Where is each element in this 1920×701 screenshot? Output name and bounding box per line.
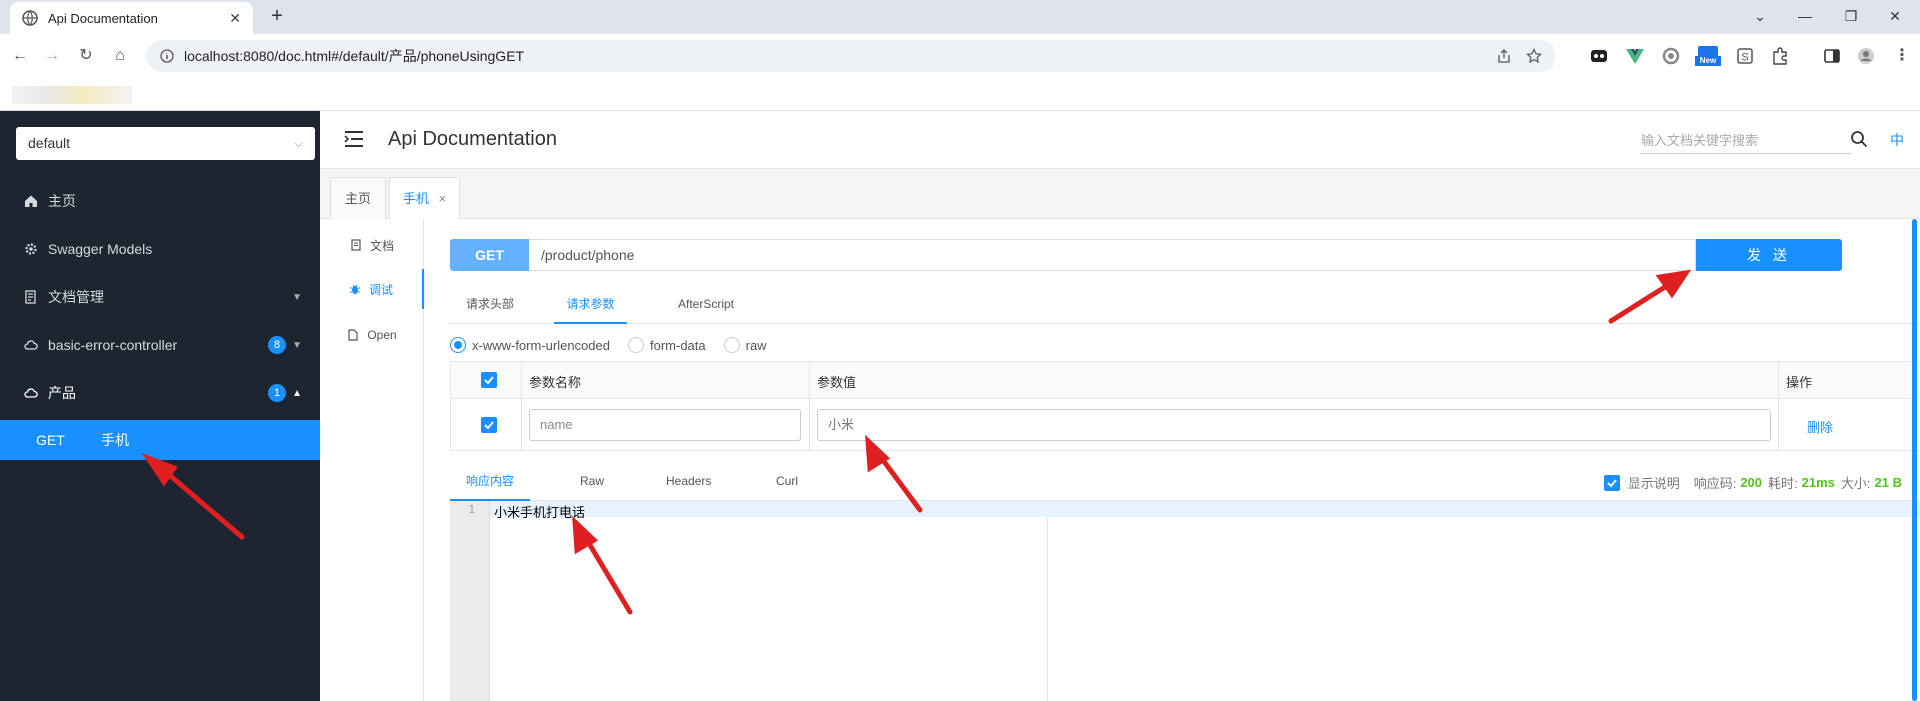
arrowhead (1655, 269, 1692, 299)
arrow-to-response (581, 532, 633, 615)
annotation-arrows (141, 269, 1692, 615)
arrow-to-phone-item (157, 464, 245, 540)
